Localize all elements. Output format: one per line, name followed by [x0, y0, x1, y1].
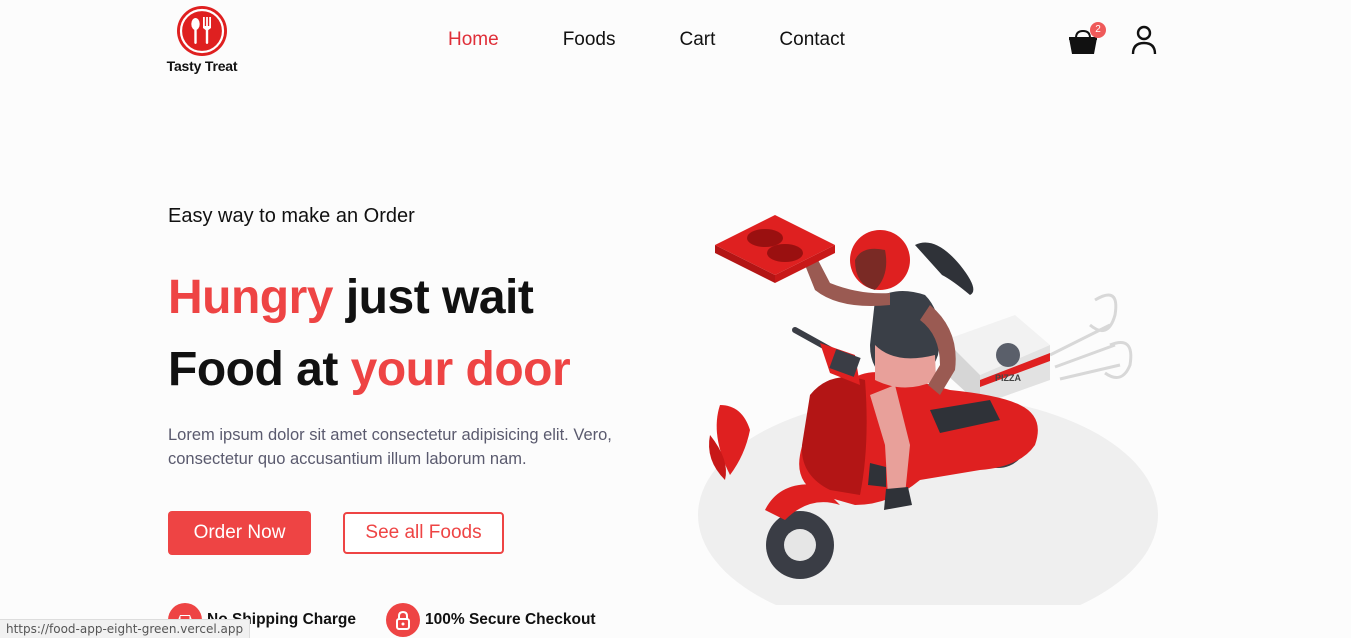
hero-headline: Hungry just wait Food at your door	[168, 262, 668, 406]
see-all-foods-button[interactable]: See all Foods	[343, 512, 504, 554]
user-button[interactable]	[1130, 24, 1158, 56]
headline-just-wait: just wait	[333, 271, 534, 324]
lock-icon	[386, 603, 420, 637]
feature-secure-checkout: 100% Secure Checkout	[386, 603, 596, 637]
order-now-button[interactable]: Order Now	[168, 511, 311, 555]
pizza-box-label: PIZZA	[995, 373, 1021, 383]
main-nav: Home Foods Cart Contact	[448, 29, 845, 51]
brand-name: Tasty Treat	[166, 58, 238, 74]
headline-food-at: Food at	[168, 343, 351, 396]
nav-contact[interactable]: Contact	[779, 29, 844, 51]
headline-highlight-hungry: Hungry	[168, 271, 334, 324]
nav-foods[interactable]: Foods	[563, 29, 616, 51]
nav-home[interactable]: Home	[448, 29, 499, 51]
feature-label: 100% Secure Checkout	[425, 611, 596, 628]
hero-tagline: Easy way to make an Order	[168, 205, 415, 227]
brand-logo[interactable]: Tasty Treat	[160, 6, 244, 74]
cart-button[interactable]: 2	[1068, 22, 1108, 58]
user-icon	[1131, 25, 1157, 55]
utensils-icon	[177, 6, 227, 56]
status-bar-url: https://food-app-eight-green.vercel.app	[0, 619, 251, 638]
delivery-scooter-illustration: PIZZA	[690, 205, 1170, 635]
nav-cart[interactable]: Cart	[680, 29, 716, 51]
page: Tasty Treat Home Foods Cart Contact 2 Ea…	[0, 0, 1351, 638]
headline-highlight-your-door: your door	[350, 343, 571, 396]
hero-description: Lorem ipsum dolor sit amet consectetur a…	[168, 426, 612, 468]
cart-count-badge: 2	[1090, 22, 1106, 38]
